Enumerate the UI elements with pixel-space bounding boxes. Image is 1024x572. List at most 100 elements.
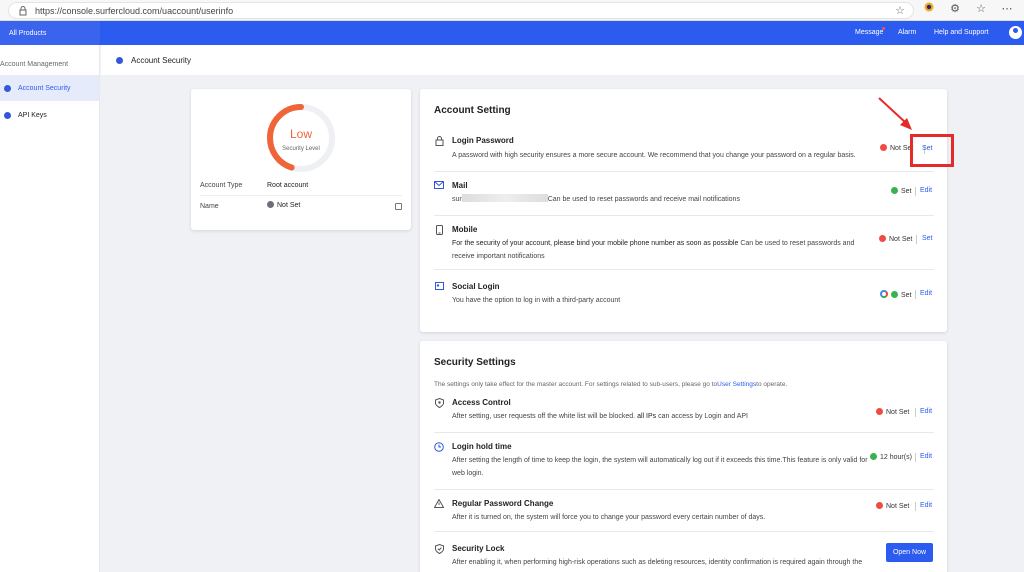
login-hold-time-status: 12 hour(s) bbox=[870, 453, 912, 461]
divider bbox=[915, 453, 916, 462]
shield-check-icon bbox=[434, 543, 444, 555]
login-password-title: Login Password bbox=[452, 136, 514, 145]
name-value: Not Set bbox=[277, 202, 301, 209]
sidebar-item-label: Account Security bbox=[18, 84, 71, 92]
star-icon[interactable]: ☆ bbox=[895, 4, 905, 17]
status-text: Not Set bbox=[889, 236, 913, 243]
sidebar-item-label: API Keys bbox=[18, 111, 47, 119]
access-control-desc-prefix: After setting, user requests off the whi… bbox=[452, 413, 636, 420]
help-link[interactable]: Help and Support bbox=[934, 29, 988, 36]
mail-title: Mail bbox=[452, 181, 468, 190]
sidebar-item-account-security[interactable]: Account Security bbox=[0, 75, 99, 101]
social-login-status: Set bbox=[880, 290, 912, 299]
divider bbox=[915, 502, 916, 511]
security-level-card: Low Security Level Account Type Root acc… bbox=[191, 89, 411, 230]
set-check-icon bbox=[891, 291, 898, 298]
edit-regular-password-change-button[interactable]: Edit bbox=[920, 502, 932, 509]
message-link[interactable]: Message bbox=[855, 29, 883, 36]
annotation-highlight-box bbox=[910, 134, 954, 167]
user-settings-link[interactable]: User Settings bbox=[717, 381, 756, 388]
key-icon bbox=[4, 111, 11, 119]
open-now-button[interactable]: Open Now bbox=[886, 543, 933, 562]
redacted-email bbox=[461, 194, 548, 202]
login-hold-time-row: Login hold time After setting the length… bbox=[434, 442, 934, 490]
mobile-desc: For the security of your account, please… bbox=[452, 237, 872, 263]
login-password-status: Not Set bbox=[880, 144, 913, 152]
mobile-title: Mobile bbox=[452, 225, 478, 234]
name-label: Name bbox=[200, 203, 219, 210]
access-control-desc-text: can access by Login and API bbox=[656, 413, 748, 420]
mail-status: Set bbox=[891, 187, 912, 195]
security-settings-title: Security Settings bbox=[434, 357, 516, 368]
sidebar-item-api-keys[interactable]: API Keys bbox=[0, 102, 99, 128]
divider bbox=[915, 408, 916, 417]
not-set-icon bbox=[876, 502, 883, 509]
edit-name-icon[interactable] bbox=[395, 203, 402, 210]
mobile-row: Mobile For the security of your account,… bbox=[434, 225, 934, 270]
not-set-icon bbox=[876, 408, 883, 415]
extension-icon[interactable] bbox=[922, 2, 936, 16]
edit-social-login-button[interactable]: Edit bbox=[920, 290, 932, 297]
lock-icon bbox=[19, 6, 27, 16]
message-badge bbox=[882, 27, 885, 30]
all-products-label: All Products bbox=[9, 29, 47, 37]
warning-icon bbox=[433, 498, 445, 509]
access-control-status: Not Set bbox=[876, 408, 909, 416]
status-text: Set bbox=[901, 188, 912, 195]
name-status: Not Set bbox=[267, 201, 300, 209]
edit-mail-button[interactable]: Edit bbox=[920, 187, 932, 194]
favorites-icon[interactable]: ☆ bbox=[974, 2, 988, 16]
alarm-link[interactable]: Alarm bbox=[898, 29, 916, 36]
security-lock-row: Security Lock After enabling it, when pe… bbox=[434, 543, 934, 572]
shield-icon bbox=[434, 397, 444, 409]
set-check-icon bbox=[870, 453, 877, 460]
mail-row: Mail sur Can be used to reset passwords a… bbox=[434, 181, 934, 216]
url-text: https://console.surfercloud.com/uaccount… bbox=[35, 6, 234, 16]
browser-toolbar: https://console.surfercloud.com/uaccount… bbox=[0, 0, 1024, 21]
mobile-icon bbox=[434, 225, 444, 235]
more-icon[interactable]: ⋯ bbox=[1000, 2, 1014, 16]
account-type-value: Root account bbox=[267, 182, 309, 189]
status-dot-icon bbox=[267, 201, 274, 208]
edit-login-hold-time-button[interactable]: Edit bbox=[920, 453, 932, 460]
lock-icon bbox=[434, 136, 444, 146]
all-ips-text: all IPs bbox=[635, 413, 657, 420]
not-set-icon bbox=[879, 235, 886, 242]
clock-icon bbox=[434, 442, 444, 452]
account-setting-title: Account Setting bbox=[434, 105, 511, 116]
regular-password-change-row: Regular Password Change After it is turn… bbox=[433, 498, 934, 532]
page-title: Account Security bbox=[131, 55, 192, 65]
all-products-button[interactable]: All Products bbox=[0, 21, 100, 45]
access-control-title: Access Control bbox=[452, 398, 511, 407]
security-level-label: Security Level bbox=[282, 146, 320, 152]
regular-password-change-desc: After it is turned on, the system will f… bbox=[452, 514, 766, 521]
social-login-desc: You have the option to log in with a thi… bbox=[452, 297, 621, 304]
security-lock-desc: After enabling it, when performing high-… bbox=[452, 559, 863, 566]
mail-desc: sur Can be used to reset passwords and re… bbox=[452, 193, 872, 206]
status-text: Not Set bbox=[886, 409, 910, 416]
set-mobile-button[interactable]: Set bbox=[922, 235, 933, 242]
login-hold-time-desc: After setting the length of time to keep… bbox=[452, 457, 868, 477]
regular-password-change-status: Not Set bbox=[876, 502, 909, 510]
edit-access-control-button[interactable]: Edit bbox=[920, 408, 932, 415]
divider bbox=[915, 290, 916, 299]
security-settings-card: Security Settings The settings only take… bbox=[420, 341, 947, 572]
divider bbox=[915, 187, 916, 196]
name-row: Name Not Set bbox=[200, 201, 402, 213]
address-bar[interactable]: https://console.surfercloud.com/uaccount… bbox=[8, 2, 914, 19]
security-level-value: Low bbox=[289, 127, 312, 141]
social-login-row: Social Login You have the option to log … bbox=[434, 282, 934, 314]
divider bbox=[916, 235, 917, 244]
user-avatar-icon[interactable] bbox=[1009, 26, 1022, 39]
shield-icon bbox=[116, 56, 123, 64]
set-check-icon bbox=[891, 187, 898, 194]
mail-icon bbox=[434, 181, 444, 191]
google-icon bbox=[880, 290, 888, 298]
social-login-title: Social Login bbox=[452, 282, 500, 291]
login-password-row: Login Password A password with high secu… bbox=[434, 136, 934, 172]
status-text: 12 hour(s) bbox=[880, 454, 912, 461]
security-settings-note: The settings only take effect for the ma… bbox=[434, 381, 787, 388]
access-control-row: Access Control After setting, user reque… bbox=[434, 397, 934, 433]
status-text: Set bbox=[901, 292, 912, 299]
puzzle-icon[interactable]: ⚙ bbox=[948, 2, 962, 16]
